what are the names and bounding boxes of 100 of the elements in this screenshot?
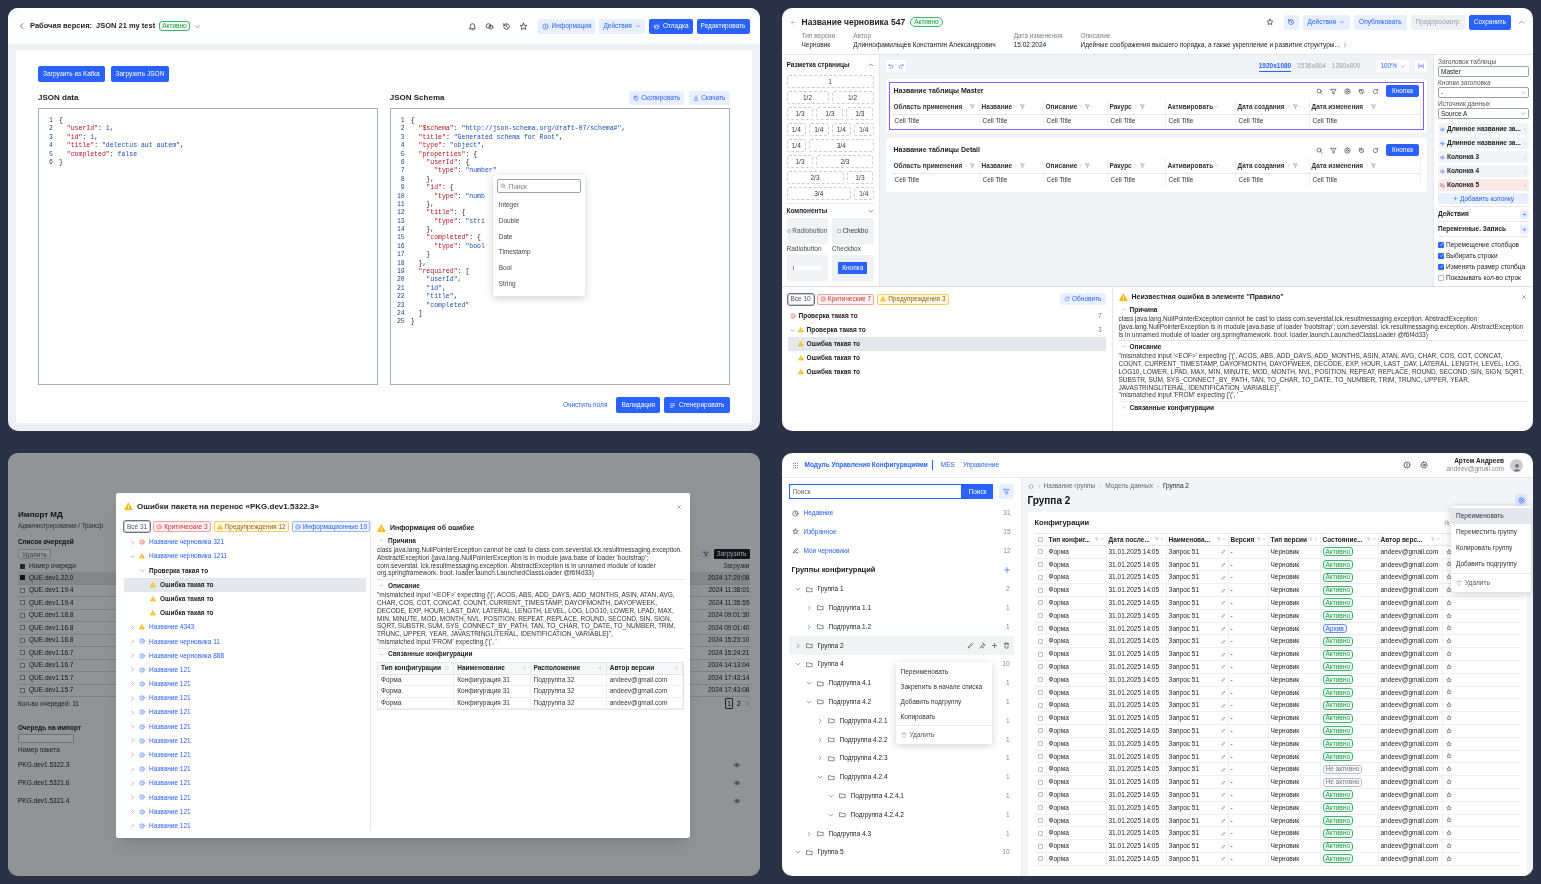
code-editor[interactable] bbox=[389, 108, 730, 385]
row-checkbox[interactable] bbox=[1037, 574, 1043, 580]
collapse-icon[interactable] bbox=[379, 538, 384, 543]
filter-icon[interactable] bbox=[1085, 163, 1091, 168]
history-icon[interactable] bbox=[1357, 87, 1365, 95]
pencil-icon[interactable] bbox=[1220, 664, 1226, 670]
chat-icon[interactable] bbox=[484, 21, 494, 31]
settings-button[interactable] bbox=[1515, 494, 1527, 506]
row-checkbox[interactable] bbox=[20, 600, 25, 606]
redo-icon[interactable] bbox=[897, 63, 904, 69]
row-checkbox[interactable] bbox=[20, 625, 25, 631]
sort-icon[interactable] bbox=[1014, 104, 1019, 109]
pencil-icon[interactable] bbox=[1220, 638, 1226, 644]
filter-button[interactable] bbox=[998, 484, 1014, 499]
star-icon[interactable] bbox=[1445, 638, 1452, 645]
row-checkbox[interactable] bbox=[1037, 651, 1043, 657]
row-checkbox[interactable] bbox=[1037, 625, 1043, 631]
row-checkbox[interactable] bbox=[1037, 664, 1043, 670]
collapse-icon[interactable] bbox=[867, 62, 874, 68]
collapse-icon[interactable] bbox=[1120, 405, 1126, 411]
row-checkbox[interactable] bbox=[1037, 702, 1043, 708]
row-checkbox[interactable] bbox=[1037, 779, 1043, 785]
search-icon[interactable] bbox=[1315, 87, 1323, 95]
collapse-icon[interactable] bbox=[379, 583, 384, 589]
sort-icon[interactable] bbox=[1371, 537, 1376, 542]
collapsed-chevron-icon[interactable] bbox=[805, 830, 812, 837]
collapsed-chevron-icon[interactable] bbox=[130, 724, 135, 730]
collapsed-chevron-icon[interactable] bbox=[794, 642, 801, 649]
star-icon[interactable] bbox=[1445, 715, 1452, 722]
row-checkbox[interactable] bbox=[20, 675, 25, 681]
checkbox[interactable] bbox=[1438, 252, 1444, 259]
star-icon[interactable] bbox=[1445, 830, 1452, 837]
add-icon[interactable] bbox=[1002, 565, 1011, 574]
pencil-icon[interactable] bbox=[966, 642, 974, 650]
star-icon[interactable] bbox=[1445, 740, 1452, 747]
filter-icon[interactable] bbox=[1139, 104, 1145, 109]
expanded-chevron-icon[interactable] bbox=[130, 553, 135, 559]
expanded-chevron-icon[interactable] bbox=[794, 586, 801, 593]
star-icon[interactable] bbox=[1265, 18, 1274, 26]
header-checkbox[interactable] bbox=[20, 563, 25, 569]
sort-icon[interactable] bbox=[1261, 537, 1266, 542]
info-icon[interactable] bbox=[1403, 461, 1412, 469]
pencil-icon[interactable] bbox=[1220, 651, 1226, 657]
sort-icon[interactable] bbox=[1014, 163, 1019, 168]
star-icon[interactable] bbox=[1445, 817, 1452, 824]
star-icon[interactable] bbox=[1445, 651, 1452, 658]
sort-icon[interactable] bbox=[1435, 537, 1440, 542]
star-icon[interactable] bbox=[1445, 779, 1452, 786]
filter-icon[interactable] bbox=[1020, 163, 1026, 168]
star-icon[interactable] bbox=[1445, 548, 1452, 555]
expanded-chevron-icon[interactable] bbox=[794, 661, 801, 668]
row-checkbox[interactable] bbox=[1037, 600, 1043, 606]
filter-button[interactable] bbox=[700, 548, 711, 559]
apps-grid-icon[interactable] bbox=[791, 461, 799, 469]
sort-icon[interactable] bbox=[445, 665, 451, 672]
expand-icon[interactable] bbox=[867, 208, 874, 214]
filter-icon[interactable] bbox=[1292, 104, 1298, 109]
sort-icon[interactable] bbox=[1286, 163, 1291, 168]
add-button[interactable] bbox=[1520, 209, 1529, 219]
collapse-icon[interactable] bbox=[1518, 18, 1525, 26]
pin-icon[interactable] bbox=[978, 642, 986, 650]
row-checkbox[interactable] bbox=[1037, 830, 1043, 836]
collapsed-chevron-icon[interactable] bbox=[130, 667, 135, 673]
row-checkbox[interactable] bbox=[1037, 638, 1043, 644]
collapsed-chevron-icon[interactable] bbox=[816, 736, 823, 743]
row-checkbox[interactable] bbox=[20, 587, 25, 593]
collapsed-chevron-icon[interactable] bbox=[130, 709, 135, 715]
sort-icon[interactable] bbox=[1365, 163, 1370, 168]
history-icon[interactable] bbox=[501, 21, 511, 31]
row-checkbox[interactable] bbox=[20, 575, 25, 581]
row-checkbox[interactable] bbox=[1037, 792, 1043, 798]
row-checkbox[interactable] bbox=[1037, 766, 1043, 772]
expand-icon[interactable] bbox=[1341, 42, 1348, 48]
star-icon[interactable] bbox=[1445, 727, 1452, 734]
plus-icon[interactable] bbox=[990, 642, 998, 650]
pencil-icon[interactable] bbox=[1220, 562, 1226, 567]
collapse-icon[interactable] bbox=[379, 651, 384, 657]
star-icon[interactable] bbox=[1445, 753, 1452, 760]
star-icon[interactable] bbox=[1445, 676, 1452, 683]
star-icon[interactable] bbox=[1445, 663, 1452, 670]
bell-icon[interactable] bbox=[467, 21, 477, 31]
filter-icon[interactable] bbox=[1292, 163, 1298, 168]
collapse-icon[interactable] bbox=[1120, 307, 1126, 312]
search-icon[interactable] bbox=[1315, 146, 1323, 154]
row-checkbox[interactable] bbox=[20, 612, 25, 618]
row-checkbox[interactable] bbox=[1037, 562, 1043, 567]
star-icon[interactable] bbox=[1445, 791, 1452, 798]
filter-icon[interactable] bbox=[970, 163, 976, 168]
expanded-chevron-icon[interactable] bbox=[827, 811, 834, 818]
sort-icon[interactable] bbox=[964, 163, 969, 168]
fit-button[interactable] bbox=[1415, 60, 1427, 72]
sort-icon[interactable] bbox=[1286, 104, 1291, 109]
back-icon[interactable] bbox=[18, 22, 26, 30]
row-checkbox[interactable] bbox=[20, 662, 25, 668]
sort-icon[interactable] bbox=[1079, 163, 1084, 168]
checkbox[interactable] bbox=[1438, 263, 1444, 270]
close-icon[interactable] bbox=[1521, 294, 1527, 300]
filter-icon[interactable] bbox=[1329, 87, 1337, 95]
filter-icon[interactable] bbox=[970, 104, 976, 109]
sort-icon[interactable] bbox=[1215, 163, 1220, 168]
